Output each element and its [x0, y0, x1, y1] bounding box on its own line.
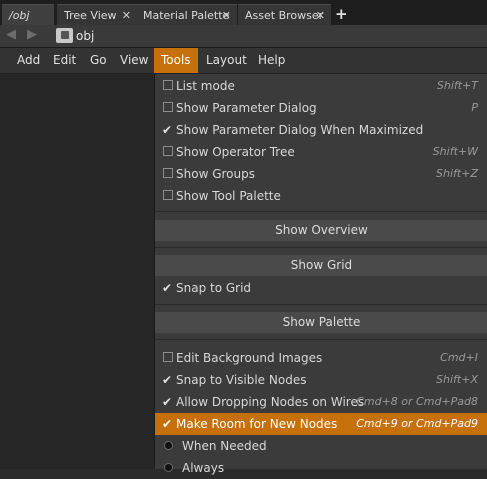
menu-help[interactable]: Help	[251, 48, 292, 73]
menu-item-snap-to-visible-nodes[interactable]: Snap to Visible Nodes Shift+X	[155, 369, 487, 391]
obj-network-icon	[56, 28, 73, 43]
checkmark-icon	[162, 369, 173, 391]
menu-item-make-room-for-new-nodes[interactable]: Make Room for New Nodes Cmd+9 or Cmd+Pad…	[155, 413, 487, 435]
menu-item-show-tool-palette[interactable]: Show Tool Palette	[155, 185, 487, 207]
menu-separator	[155, 247, 487, 248]
tab-label: /obj	[9, 9, 30, 22]
tab-material-palette[interactable]: Material Palette ✕	[136, 4, 237, 25]
menu-add[interactable]: Add	[10, 48, 47, 73]
checkbox-icon	[163, 168, 173, 178]
menu-item-show-overview[interactable]: Show Overview	[155, 220, 487, 241]
menu-item-show-palette[interactable]: Show Palette	[155, 312, 487, 333]
menu-view[interactable]: View	[113, 48, 155, 73]
path-label[interactable]: obj	[76, 29, 94, 43]
tab-label: Material Palette	[143, 9, 230, 22]
menu-item-show-parameter-dialog[interactable]: Show Parameter Dialog P	[155, 97, 487, 119]
checkbox-icon	[163, 80, 173, 90]
checkmark-icon	[162, 277, 173, 299]
checkbox-icon	[163, 146, 173, 156]
radio-always[interactable]: Always	[155, 457, 487, 479]
menu-layout[interactable]: Layout	[199, 48, 254, 73]
menu-item-list-mode[interactable]: List mode Shift+T	[155, 75, 487, 97]
arrow-left-icon[interactable]: ◀	[6, 27, 16, 42]
menu-separator	[155, 304, 487, 305]
menu-item-edit-background-images[interactable]: Edit Background Images Cmd+I	[155, 347, 487, 369]
add-tab-icon[interactable]: +	[335, 4, 349, 25]
menu-tools[interactable]: Tools	[154, 48, 198, 73]
close-icon[interactable]: ✕	[222, 5, 231, 26]
menu-item-snap-to-grid[interactable]: Snap to Grid	[155, 277, 487, 299]
menu-item-show-grid[interactable]: Show Grid	[155, 255, 487, 276]
checkmark-icon	[162, 413, 173, 435]
radio-when-needed[interactable]: When Needed	[155, 435, 487, 457]
arrow-right-icon[interactable]: ▶	[27, 27, 37, 42]
checkbox-icon	[163, 352, 173, 362]
tab-label: Asset Browser	[245, 9, 324, 22]
checkmark-icon	[162, 119, 173, 141]
checkbox-icon	[163, 190, 173, 200]
radio-icon	[164, 441, 173, 450]
close-icon[interactable]: ✕	[316, 5, 325, 26]
menu-edit[interactable]: Edit	[46, 48, 83, 73]
close-icon[interactable]: ✕	[122, 5, 131, 26]
checkbox-icon	[163, 102, 173, 112]
path-bar	[0, 25, 487, 48]
menu-item-allow-dropping-nodes-on-wires[interactable]: Allow Dropping Nodes on Wires Cmd+8 or C…	[155, 391, 487, 413]
tab-obj[interactable]: /obj	[2, 4, 54, 25]
menu-go[interactable]: Go	[83, 48, 114, 73]
menu-item-show-groups[interactable]: Show Groups Shift+Z	[155, 163, 487, 185]
checkmark-icon	[162, 391, 173, 413]
tab-tree-view[interactable]: Tree View ✕	[57, 4, 137, 25]
menu-item-show-operator-tree[interactable]: Show Operator Tree Shift+W	[155, 141, 487, 163]
radio-icon	[164, 463, 173, 472]
tools-dropdown-menu: List mode Shift+T Show Parameter Dialog …	[154, 74, 487, 475]
menu-separator	[155, 339, 487, 340]
menu-separator	[155, 211, 487, 212]
tab-label: Tree View	[64, 9, 117, 22]
menu-item-show-parameter-dialog-maximized[interactable]: Show Parameter Dialog When Maximized	[155, 119, 487, 141]
network-pane	[0, 74, 154, 469]
tab-asset-browser[interactable]: Asset Browser ✕	[238, 4, 331, 25]
